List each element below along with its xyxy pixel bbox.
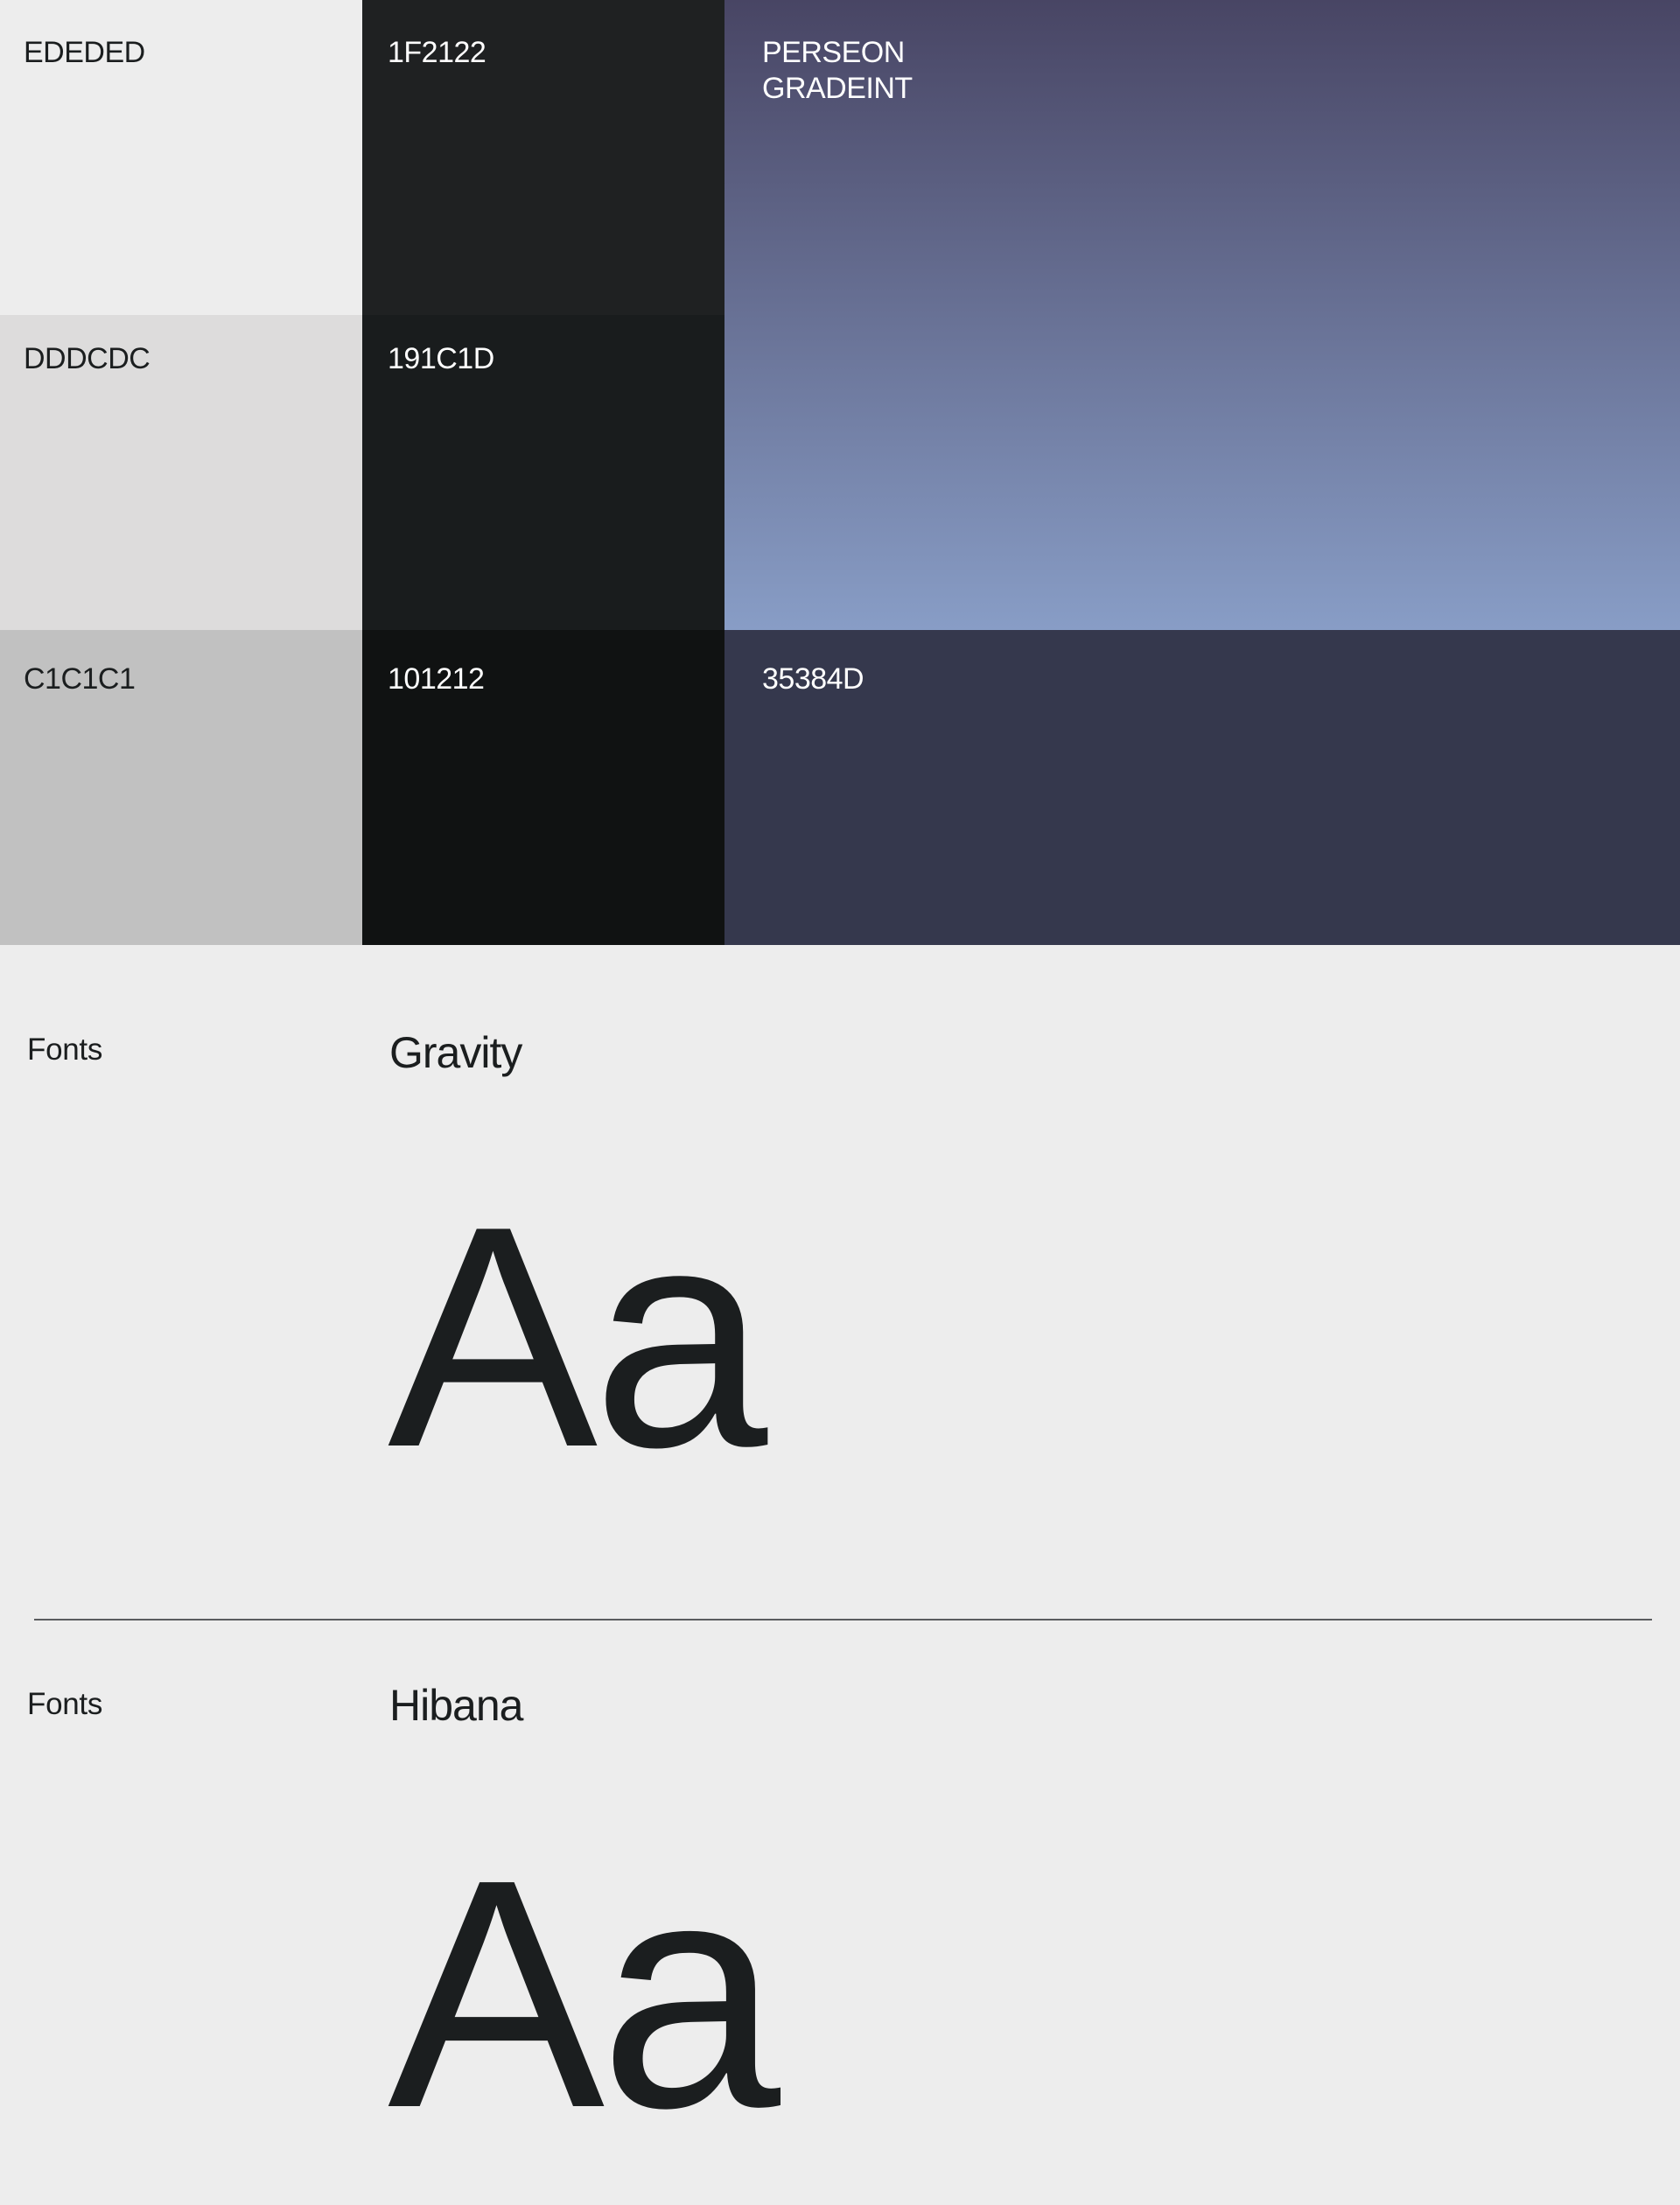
swatch-label: DDDCDC	[24, 342, 150, 375]
swatch-c1c1c1: C1C1C1	[0, 630, 362, 945]
swatch-191c1d: 191C1D	[362, 315, 724, 630]
swatch-label: 101212	[388, 662, 485, 696]
swatch-label: 1F2122	[388, 36, 486, 69]
section-label: Fonts	[27, 1687, 103, 1721]
swatch-ededed: EDEDED	[0, 0, 362, 315]
swatch-label: 191C1D	[388, 342, 494, 375]
font-section-hibana: Fonts Hibana Aa	[0, 1620, 1680, 2205]
font-name: Gravity	[389, 1028, 522, 1077]
font-section-gravity: Fonts Gravity Aa	[0, 945, 1680, 1619]
font-sample-glyphs: Aa	[388, 1811, 780, 2175]
swatch-label: EDEDED	[24, 36, 145, 69]
font-sample-glyphs: Aa	[388, 1161, 767, 1513]
swatch-label: C1C1C1	[24, 662, 136, 696]
swatch-label: PERSEON GRADEINT	[762, 36, 913, 106]
swatch-dddcdc: DDDCDC	[0, 315, 362, 630]
swatch-label: 35384D	[762, 662, 864, 696]
swatch-35384d: 35384D	[724, 630, 1680, 945]
swatch-101212: 101212	[362, 630, 724, 945]
swatch-perseon-gradient: PERSEON GRADEINT	[724, 0, 1680, 630]
swatch-1f2122: 1F2122	[362, 0, 724, 315]
section-label: Fonts	[27, 1032, 103, 1067]
font-name: Hibana	[389, 1681, 523, 1730]
